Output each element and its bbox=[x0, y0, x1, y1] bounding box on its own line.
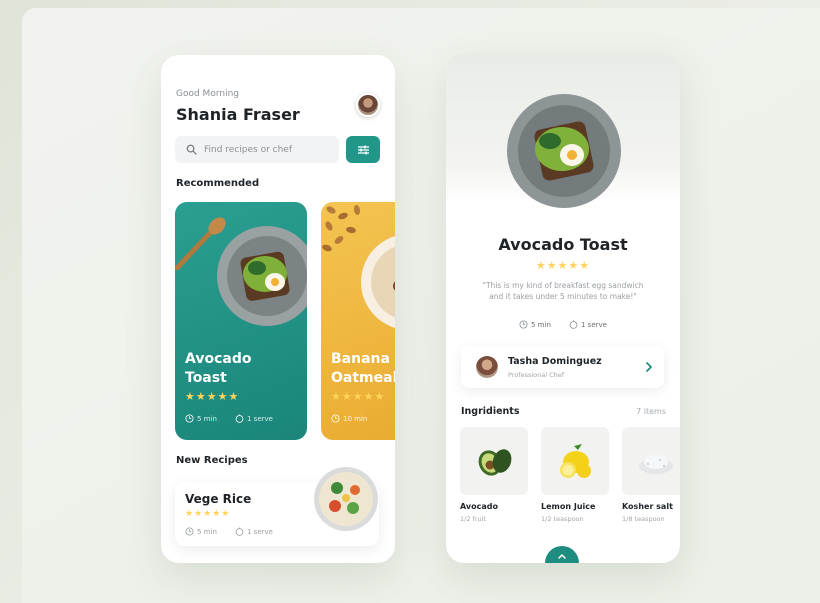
vege-rice-bowl-image bbox=[314, 467, 378, 531]
clock-icon bbox=[185, 414, 194, 423]
lemon-image bbox=[560, 444, 591, 478]
oatmeal-bowl-image bbox=[361, 236, 395, 328]
avocado-toast-plate-image bbox=[217, 226, 307, 326]
salt-image bbox=[639, 455, 673, 474]
ingredient-name: Lemon Juice bbox=[541, 502, 596, 511]
avocado-image bbox=[478, 449, 512, 476]
rating-stars: ★★★★★ bbox=[185, 509, 231, 519]
chef-avatar bbox=[476, 356, 498, 378]
time-meta: 5 min bbox=[185, 527, 217, 536]
time-label: 5 min bbox=[531, 320, 551, 329]
clock-icon bbox=[519, 320, 528, 329]
filter-button[interactable] bbox=[346, 136, 380, 163]
serve-label: 1 serve bbox=[247, 527, 273, 536]
chevron-right-icon[interactable] bbox=[642, 359, 656, 375]
time-label: 10 min bbox=[343, 414, 368, 423]
chef-card[interactable]: Tasha Dominguez Professional Chef bbox=[461, 346, 664, 388]
ingredient-qty: 1/2 fruit bbox=[460, 515, 486, 523]
ingredient-name: Kosher salt bbox=[622, 502, 673, 511]
rating-stars: ★★★★★ bbox=[535, 259, 591, 272]
chef-name: Tasha Dominguez bbox=[508, 356, 602, 367]
recipe-detail-screen: Avocado Toast ★★★★★ "This is my kind of … bbox=[446, 53, 680, 563]
scroll-up-button[interactable] bbox=[545, 546, 579, 563]
home-screen: Good Morning Shania Fraser Recommended bbox=[161, 55, 395, 563]
user-name: Shania Fraser bbox=[176, 105, 300, 124]
rating-stars: ★★★★★ bbox=[331, 390, 386, 403]
serve-icon bbox=[235, 414, 244, 423]
ingredient-tile-lemon-juice[interactable] bbox=[541, 427, 609, 495]
recommended-title: Recommended bbox=[176, 178, 260, 189]
ingredient-qty: 1/2 teaspoon bbox=[541, 515, 584, 523]
ingredient-tile-avocado[interactable] bbox=[460, 427, 528, 495]
time-meta: 5 min bbox=[185, 414, 217, 423]
serve-label: 1 serve bbox=[581, 320, 607, 329]
serve-meta: 1 serve bbox=[235, 527, 273, 536]
dish-description: "This is my kind of breakfast egg sandwi… bbox=[482, 281, 644, 301]
new-recipes-title: New Recipes bbox=[176, 455, 248, 466]
card-title: Avocado Toast bbox=[185, 351, 252, 386]
serve-icon bbox=[235, 527, 244, 536]
ingredients-count: 7 items bbox=[636, 407, 666, 416]
recipe-card-banana-oatmeal[interactable]: Banana Oatmeal ★★★★★ 10 min bbox=[321, 202, 395, 440]
ingredient-name: Avocado bbox=[460, 502, 498, 511]
clock-icon bbox=[331, 414, 340, 423]
ingredient-qty: 1/8 teaspoon bbox=[622, 515, 665, 523]
search-icon bbox=[186, 144, 197, 155]
time-meta: 10 min bbox=[331, 414, 367, 423]
greeting: Good Morning bbox=[176, 89, 239, 99]
serve-label: 1 serve bbox=[247, 414, 273, 423]
ingredient-tile-kosher-salt[interactable] bbox=[622, 427, 680, 495]
chevron-up-icon bbox=[558, 554, 566, 559]
time-meta: 5 min bbox=[519, 320, 551, 329]
chef-role: Professional Chef bbox=[508, 371, 565, 379]
avatar[interactable] bbox=[356, 93, 380, 117]
dish-title: Avocado Toast bbox=[498, 235, 628, 254]
ingredients-title: Ingridients bbox=[461, 406, 520, 417]
time-label: 5 min bbox=[197, 527, 217, 536]
new-recipe-card-vege-rice[interactable]: Vege Rice ★★★★★ 5 min 1 serve bbox=[175, 467, 379, 546]
card-title: Banana Oatmeal bbox=[331, 351, 395, 386]
rating-stars: ★★★★★ bbox=[185, 390, 240, 403]
search-input[interactable] bbox=[204, 144, 334, 155]
card-title: Vege Rice bbox=[185, 492, 252, 506]
filter-icon bbox=[357, 145, 369, 154]
clock-icon bbox=[185, 527, 194, 536]
serve-meta: 1 serve bbox=[569, 320, 607, 329]
canvas-background bbox=[22, 8, 820, 603]
time-label: 5 min bbox=[197, 414, 217, 423]
serve-meta: 1 serve bbox=[235, 414, 273, 423]
serve-icon bbox=[569, 320, 578, 329]
search-bar[interactable] bbox=[175, 136, 339, 163]
avocado-toast-hero-image bbox=[507, 94, 621, 208]
recipe-card-avocado-toast[interactable]: Avocado Toast ★★★★★ 5 min 1 serve bbox=[175, 202, 307, 440]
